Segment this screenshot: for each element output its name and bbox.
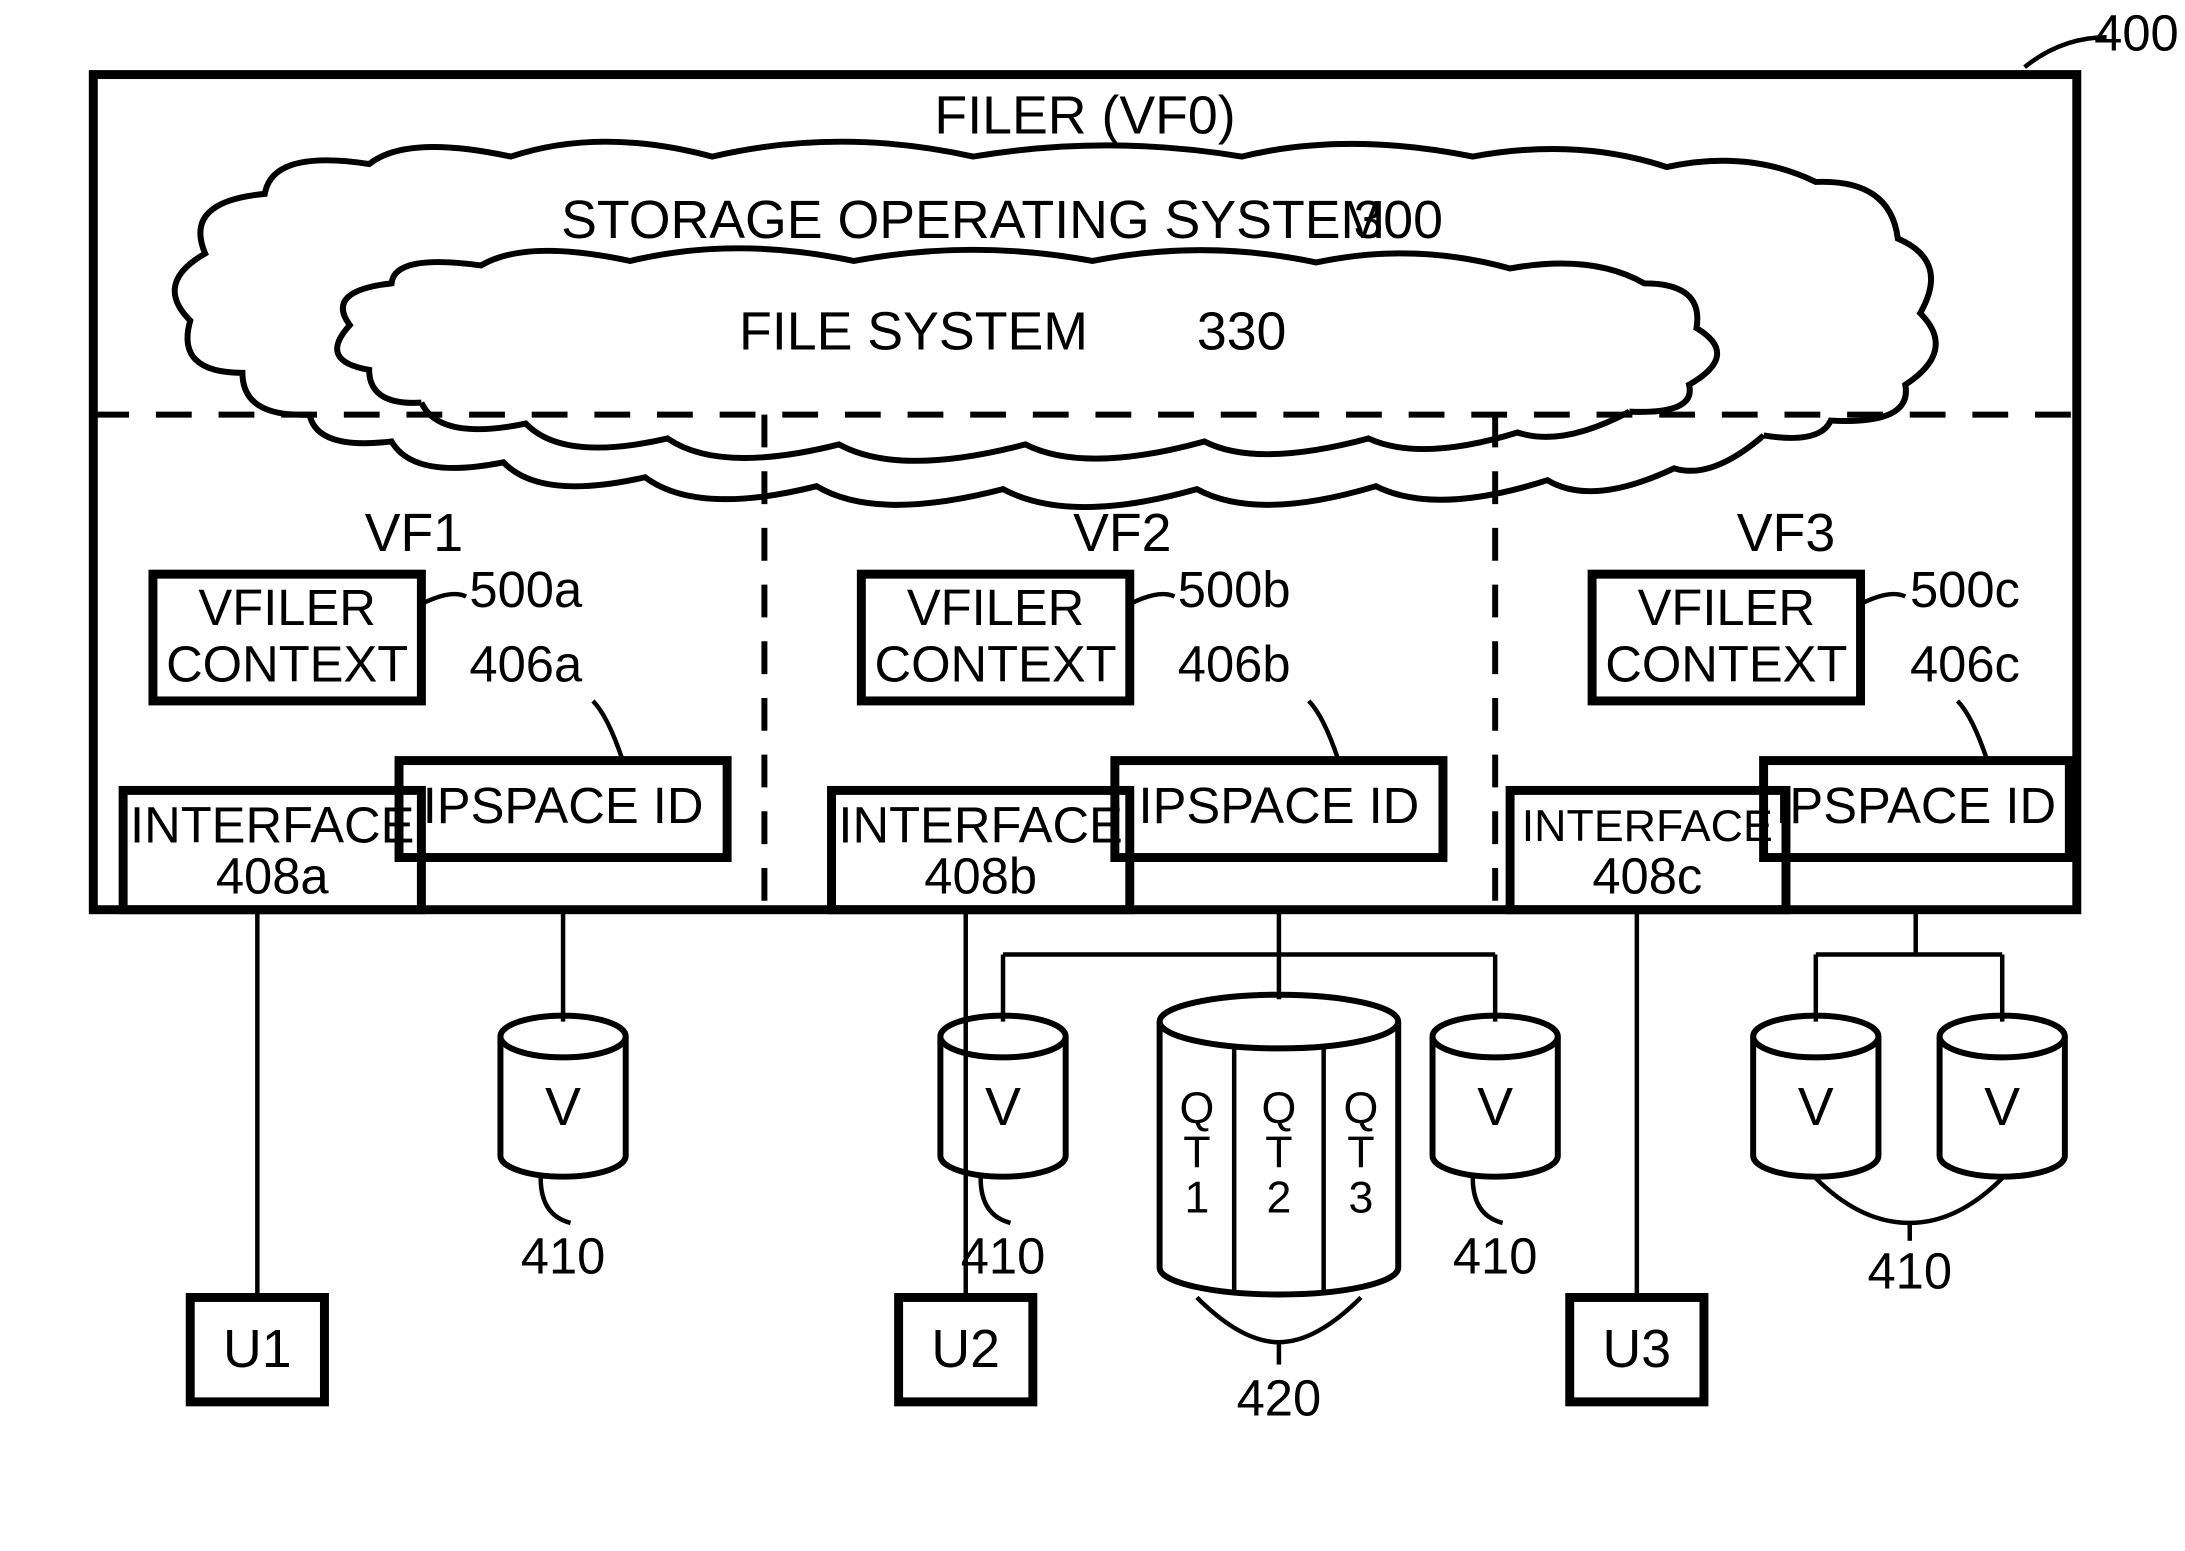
vf2-volume-right: V: [1433, 1016, 1558, 1177]
vf3-ipspace-label: IPSPACE ID: [1775, 777, 2056, 834]
vf1-context-ref: 500a: [469, 561, 583, 618]
svg-text:V: V: [1477, 1077, 1513, 1137]
svg-text:3: 3: [1348, 1172, 1373, 1222]
outer-cloud: [175, 142, 1936, 438]
svg-text:V: V: [985, 1077, 1021, 1137]
svg-text:2: 2: [1266, 1172, 1291, 1222]
inner-cloud-label: FILE SYSTEM: [739, 302, 1088, 362]
svg-text:Q: Q: [1344, 1083, 1379, 1133]
vf1-interface-l2: 408a: [216, 847, 330, 904]
vf1-ipspace-ref: 406a: [469, 636, 583, 693]
vf2-rightvol-ref: 410: [1453, 1228, 1538, 1285]
vf3-ipspace-leader: [1957, 701, 1987, 761]
vf3-vol-brace: [1816, 1178, 2002, 1223]
vf1-title: VF1: [365, 503, 463, 563]
vf1-volume-label: V: [545, 1077, 581, 1137]
vf3-ipspace-ref: 406c: [1910, 636, 2020, 693]
vf2-context-ref: 500b: [1178, 561, 1291, 618]
vf3-user-label: U3: [1603, 1319, 1672, 1379]
outer-cloud-label: STORAGE OPERATING SYSTEM: [561, 190, 1385, 250]
vf2-qt-cylinder: Q T 1 Q T 2 Q T 3: [1160, 995, 1399, 1295]
inner-cloud-ref: 330: [1197, 302, 1287, 362]
vf2-user-label: U2: [931, 1319, 1000, 1379]
vf2-ipspace-label: IPSPACE ID: [1139, 777, 1420, 834]
vf2-context-l2: CONTEXT: [874, 636, 1116, 693]
vf1-volume: V: [500, 1016, 625, 1177]
vf2-volume-left: V: [940, 1016, 1065, 1177]
svg-text:T: T: [1265, 1128, 1292, 1178]
vf1-interface-l1: INTERFACE: [130, 797, 414, 854]
vf2-ipspace-ref: 406b: [1178, 636, 1291, 693]
vf2-interface-l1: INTERFACE: [838, 797, 1122, 854]
vf1-context-leader: [421, 594, 466, 604]
vf3-context-ref: 500c: [1910, 561, 2020, 618]
vf2-leftvol-leader: [981, 1178, 1011, 1223]
vf2-ipspace-leader: [1309, 701, 1339, 761]
vf1-context-l1: VFILER: [198, 579, 375, 636]
filer-title: FILER (VF0): [934, 85, 1235, 145]
vf2-context-l1: VFILER: [907, 579, 1084, 636]
vf3-volume-right: V: [1940, 1016, 2065, 1177]
vf2-title: VF2: [1073, 503, 1171, 563]
qt-brace: [1197, 1297, 1361, 1342]
vf3-vol-ref: 410: [1867, 1242, 1952, 1299]
vf1-ipspace-leader: [593, 701, 623, 761]
vf3-context-leader: [1861, 594, 1906, 604]
vf1-volume-ref: 410: [521, 1228, 606, 1285]
qt-ref: 420: [1237, 1369, 1322, 1426]
outer-cloud-ref: 300: [1353, 190, 1443, 250]
svg-text:T: T: [1183, 1128, 1210, 1178]
vf2-context-leader: [1130, 594, 1175, 604]
vf2-interface-l2: 408b: [924, 847, 1037, 904]
svg-text:V: V: [1984, 1077, 2020, 1137]
svg-text:T: T: [1347, 1128, 1374, 1178]
svg-text:V: V: [1798, 1077, 1834, 1137]
vf3-interface-l2: 408c: [1592, 847, 1702, 904]
vf1-ipspace-label: IPSPACE ID: [423, 777, 704, 834]
svg-text:Q: Q: [1179, 1083, 1214, 1133]
svg-text:Q: Q: [1262, 1083, 1297, 1133]
vf1-volume-leader: [541, 1178, 571, 1223]
vf2-rightvol-leader: [1473, 1178, 1503, 1223]
vf1-user-label: U1: [223, 1319, 292, 1379]
inner-cloud-bottom: [421, 403, 1629, 461]
ref-400: 400: [2094, 5, 2179, 62]
svg-text:1: 1: [1184, 1172, 1209, 1222]
vf3-title: VF3: [1737, 503, 1835, 563]
vf3-interface-l1: INTERFACE: [1522, 801, 1773, 851]
vf3-volume-left: V: [1753, 1016, 1878, 1177]
vf3-context-l1: VFILER: [1638, 579, 1815, 636]
vf2-leftvol-ref: 410: [961, 1228, 1046, 1285]
diagram-root: FILER (VF0) 400 STORAGE OPERATING SYSTEM…: [0, 0, 2185, 1551]
vf1-context-l2: CONTEXT: [166, 636, 408, 693]
vf3-context-l2: CONTEXT: [1605, 636, 1847, 693]
